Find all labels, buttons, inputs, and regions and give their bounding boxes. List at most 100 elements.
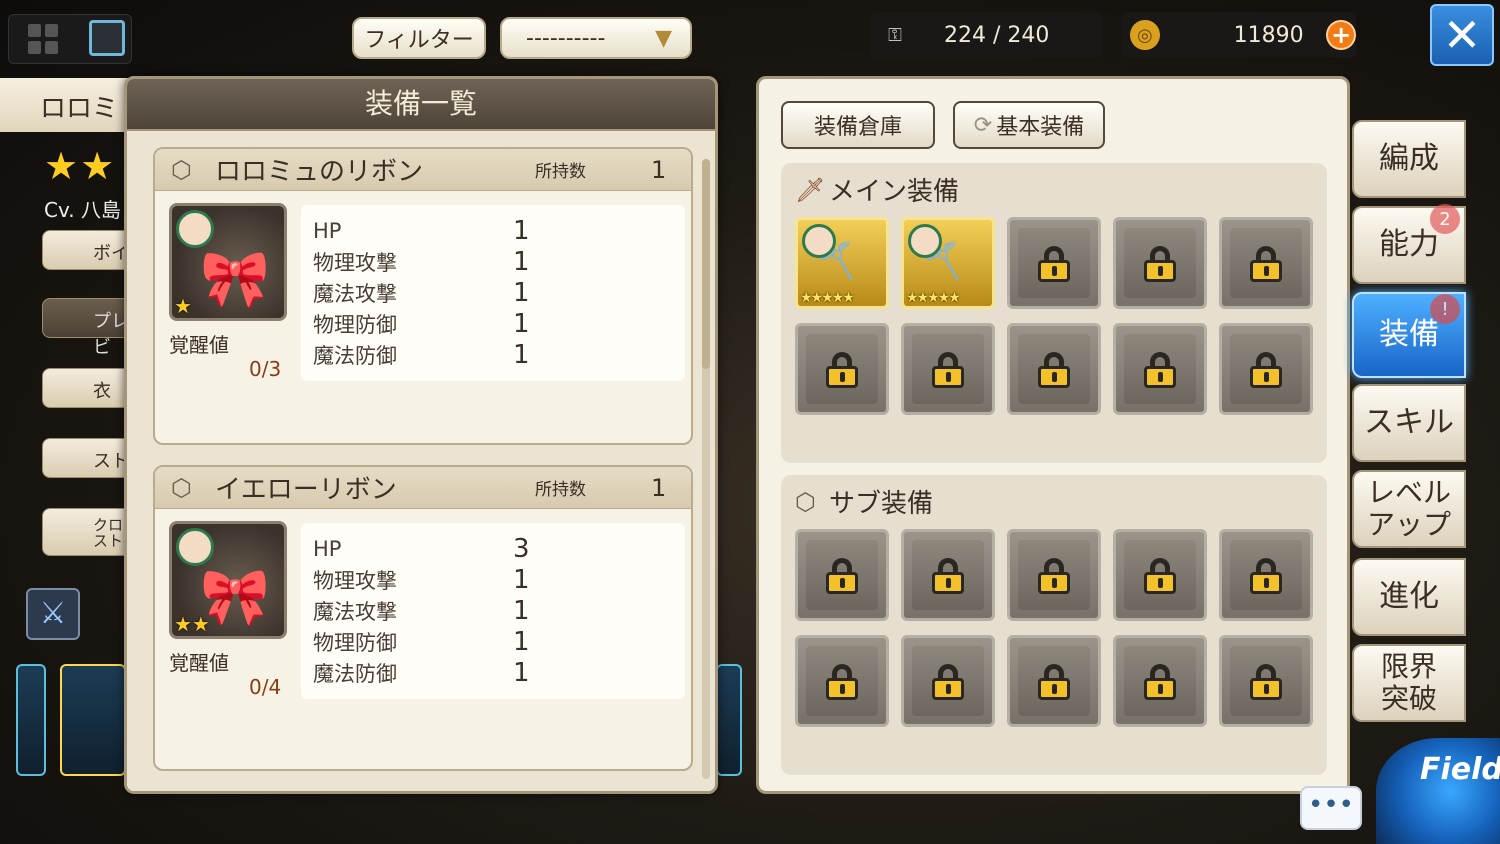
shield-icon: ⬡ [171,155,192,184]
sub-equipment-title: サブ装備 [829,489,934,519]
stat-value: 1 [513,308,530,339]
chevron-down-icon: ▼ [655,25,672,51]
sub-equipment-header: ⬡ サブ装備 [795,483,933,520]
stat-name: 魔法防御 [313,343,397,368]
locked-slot[interactable] [901,635,995,727]
item-name: ロロミュのリボン [215,157,424,187]
locked-slot[interactable] [1007,529,1101,621]
locked-slot[interactable] [1113,323,1207,415]
character-portrait-prev[interactable] [16,664,46,776]
stat-value: 1 [513,339,530,370]
menu-limit-break[interactable]: 限界 突破 [1352,644,1466,722]
lock-icon [1036,246,1072,282]
character-face-icon [176,528,214,566]
lock-icon [1036,664,1072,700]
locked-slot[interactable] [1007,323,1101,415]
locked-slot[interactable] [1219,217,1313,309]
locked-slot[interactable] [1113,217,1207,309]
stat-value: 1 [513,215,530,246]
stat-value: 1 [513,564,530,595]
item-header: ⬡ イエローリボン 所持数 1 [155,467,691,509]
refresh-icon: ⟳ [973,112,993,138]
filter-button[interactable]: フィルター [352,17,486,59]
field-button[interactable]: Field [1376,738,1500,844]
item-header: ⬡ ロロミュのリボン 所持数 1 [155,149,691,191]
item-stats: HP 3 物理攻撃 1 魔法攻撃 1 物理防御 1 魔法防御 1 [301,523,685,699]
locked-slot[interactable] [901,323,995,415]
notification-badge: 2 [1430,204,1460,234]
equipment-storage-button[interactable]: 装備倉庫 [781,101,935,149]
locked-slot[interactable] [1219,323,1313,415]
stat-value: 1 [513,595,530,626]
stat-row: 物理攻撃 1 [313,564,685,595]
locked-slot[interactable] [795,323,889,415]
locked-slot[interactable] [1219,635,1313,727]
lock-icon [1142,246,1178,282]
coin-value: 11890 [1233,22,1304,48]
lock-icon [824,352,860,388]
stat-row: HP 3 [313,533,685,564]
lock-icon [1248,352,1284,388]
stat-row: 魔法防御 1 [313,657,685,688]
awaken-label: 覚醒値 [169,651,229,675]
locked-slot[interactable] [901,529,995,621]
lock-icon [1142,558,1178,594]
lock-icon [1248,246,1284,282]
lock-icon [930,352,966,388]
item-rarity-stars: ★ [174,294,192,318]
main-equipment-section: 🗡 メイン装備 ⚚ ★★★★★ ⚚ ★★★★★ [781,163,1327,463]
main-equipment-title: メイン装備 [829,177,960,207]
stat-name: 物理防御 [313,630,397,655]
stat-value: 1 [513,626,530,657]
scrollbar-thumb[interactable] [702,159,710,369]
awaken-label: 覚醒値 [169,333,229,357]
equipment-item-card[interactable]: ⬡ ロロミュのリボン 所持数 1 🎀 ★ 覚醒値 0/3 HP 1 物理攻撃 1 魔… [153,147,693,445]
close-button[interactable]: ✕ [1430,4,1494,66]
menu-evolve[interactable]: 進化 [1352,558,1466,636]
main-slot-1[interactable]: ⚚ ★★★★★ [795,217,889,309]
lock-icon [1036,352,1072,388]
weapon-rarity-stars: ★★★★★ [906,290,961,306]
sword-icon: 🗡 [795,175,826,204]
locked-slot[interactable] [1113,635,1207,727]
grid-view-icon[interactable] [28,24,58,54]
equipment-list-modal: 装備一覧 ⬡ ロロミュのリボン 所持数 1 🎀 ★ 覚醒値 0/3 HP 1 物理… [124,76,718,794]
lock-icon [1142,664,1178,700]
locked-slot[interactable] [795,635,889,727]
stat-row: 物理防御 1 [313,626,685,657]
basic-equipment-label: 基本装備 [996,115,1085,140]
add-coins-button[interactable]: + [1326,20,1356,50]
main-slot-2[interactable]: ⚚ ★★★★★ [901,217,995,309]
menu-level-up[interactable]: レベル アップ [1352,470,1466,548]
character-portrait-next[interactable] [716,664,742,776]
equipment-item-card[interactable]: ⬡ イエローリボン 所持数 1 🎀 ★★ 覚醒値 0/4 HP 3 物理攻撃 1 魔… [153,465,693,771]
stat-name: 物理防御 [313,312,397,337]
sort-dropdown[interactable]: ---------- ▼ [500,17,692,59]
locked-slot[interactable] [1007,635,1101,727]
stat-row: 魔法攻撃 1 [313,277,685,308]
item-name: イエローリボン [215,475,397,505]
stat-row: 物理防御 1 [313,308,685,339]
item-stats: HP 1 物理攻撃 1 魔法攻撃 1 物理防御 1 魔法防御 1 [301,205,685,381]
locked-slot[interactable] [1113,529,1207,621]
basic-equipment-button[interactable]: ⟳ 基本装備 [953,101,1105,149]
weapon-type-icon: ⚔ [26,588,80,640]
stamina-display: ⚿ 224 / 240 [870,12,1102,58]
menu-skill[interactable]: スキル [1352,384,1466,462]
stat-name: 魔法攻撃 [313,281,397,306]
owned-count: 1 [651,473,667,502]
single-view-icon[interactable] [89,20,125,56]
owned-count: 1 [651,155,667,184]
lock-icon [1142,352,1178,388]
menu-formation[interactable]: 編成 [1352,120,1466,198]
awaken-value: 0/4 [249,675,282,699]
item-rarity-stars: ★★ [174,612,210,636]
locked-slot[interactable] [1219,529,1313,621]
chat-button[interactable]: ••• [1300,786,1362,830]
locked-slot[interactable] [795,529,889,621]
sub-equipment-section: ⬡ サブ装備 [781,475,1327,775]
stat-row: HP 1 [313,215,685,246]
character-portrait-current[interactable] [60,664,126,776]
shield-icon: ⬡ [171,473,192,502]
locked-slot[interactable] [1007,217,1101,309]
